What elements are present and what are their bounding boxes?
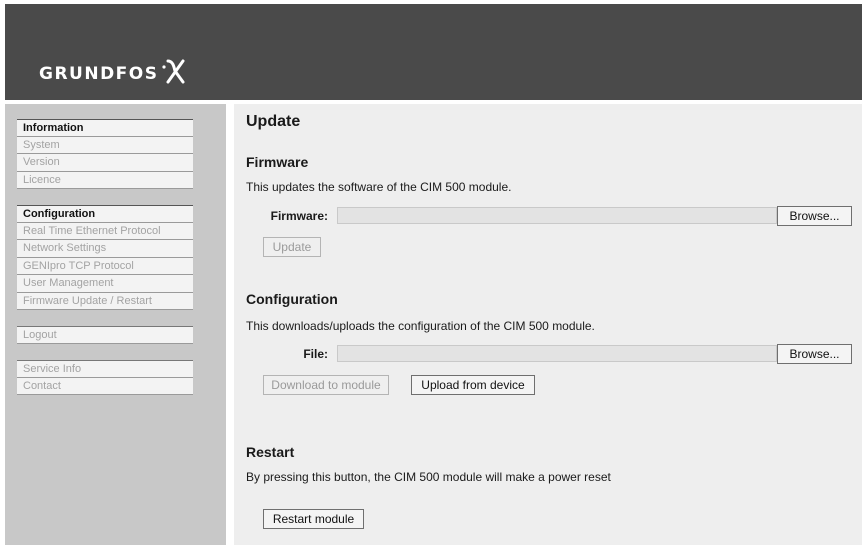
configuration-heading: Configuration — [246, 291, 338, 307]
restart-description: By pressing this button, the CIM 500 mod… — [246, 470, 611, 484]
nav-item-firmware-update[interactable]: Firmware Update / Restart — [17, 292, 193, 310]
nav-item-system[interactable]: System — [17, 136, 193, 154]
logo-wordmark: GRUNDFOS — [39, 64, 159, 84]
upload-from-device-button[interactable]: Upload from device — [411, 375, 535, 395]
nav-group-support: Service Info Contact — [17, 360, 193, 395]
nav-item-contact[interactable]: Contact — [17, 377, 193, 395]
main-panel: Update Firmware This updates the softwar… — [234, 104, 862, 545]
firmware-description: This updates the software of the CIM 500… — [246, 180, 512, 194]
grundfos-logo: GRUNDFOS — [39, 59, 186, 84]
nav-item-network-settings[interactable]: Network Settings — [17, 240, 193, 258]
grundfos-x-icon — [161, 59, 184, 84]
nav-item-version[interactable]: Version — [17, 154, 193, 172]
restart-heading: Restart — [246, 444, 295, 460]
nav-item-user-management[interactable]: User Management — [17, 275, 193, 293]
configuration-browse-button[interactable]: Browse... — [777, 344, 852, 364]
nav-item-logout[interactable]: Logout — [17, 326, 193, 344]
configuration-field-label: File: — [303, 347, 328, 361]
configuration-file-input[interactable] — [337, 345, 777, 362]
firmware-update-button[interactable]: Update — [263, 237, 321, 257]
nav-item-licence[interactable]: Licence — [17, 171, 193, 189]
page-title: Update — [246, 113, 301, 130]
restart-module-button[interactable]: Restart module — [263, 509, 364, 529]
configuration-description: This downloads/uploads the configuration… — [246, 319, 595, 333]
nav-item-genipro-tcp[interactable]: GENIpro TCP Protocol — [17, 257, 193, 275]
nav-group-logout: Logout — [17, 326, 193, 344]
firmware-file-input[interactable] — [337, 207, 777, 224]
download-to-module-button[interactable]: Download to module — [263, 375, 389, 395]
firmware-heading: Firmware — [246, 154, 309, 170]
nav-item-service-info[interactable]: Service Info — [17, 360, 193, 378]
header-banner: GRUNDFOS — [5, 4, 862, 100]
firmware-browse-button[interactable]: Browse... — [777, 206, 852, 226]
nav-group-configuration: Configuration Real Time Ethernet Protoco… — [17, 205, 193, 310]
nav-heading-configuration[interactable]: Configuration — [17, 205, 193, 223]
sidebar: Information System Version Licence Confi… — [5, 104, 226, 545]
nav-item-rte-protocol[interactable]: Real Time Ethernet Protocol — [17, 222, 193, 240]
firmware-field-label: Firmware: — [270, 209, 328, 223]
nav-heading-information[interactable]: Information — [17, 119, 193, 137]
nav-group-information: Information System Version Licence — [17, 119, 193, 189]
